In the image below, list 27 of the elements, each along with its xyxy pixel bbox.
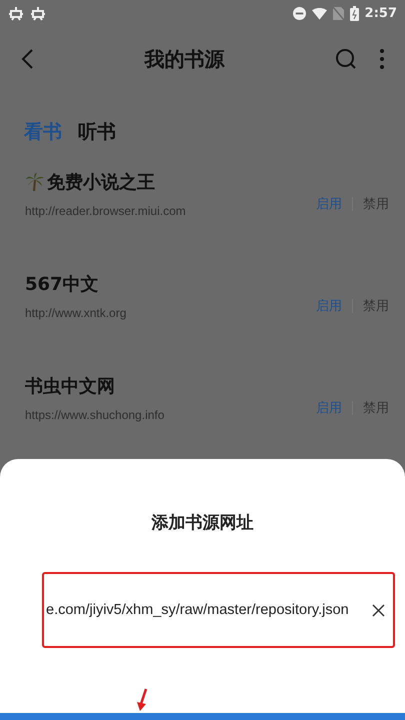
enable-button[interactable]: 启用 [316, 399, 342, 418]
source-name: 书虫中文网 [25, 375, 115, 398]
tab[interactable]: 听书 [78, 118, 116, 144]
pointer-arrow [136, 688, 148, 712]
battery-icon [350, 6, 359, 22]
source-url: http://reader.browser.miui.com [25, 204, 187, 218]
source-name: 免费小说之王 [47, 170, 155, 194]
tab[interactable]: 看书 [24, 118, 62, 144]
source-url: https://www.shuchong.info [25, 408, 166, 422]
page-title: 我的书源 [143, 46, 226, 73]
clear-icon[interactable] [372, 604, 385, 617]
back-icon[interactable] [20, 48, 34, 70]
wifi-icon [312, 8, 327, 20]
do-not-disturb-icon [292, 7, 306, 20]
enable-button[interactable]: 启用 [316, 194, 342, 213]
more-icon[interactable] [379, 48, 385, 70]
bug-icon [8, 6, 24, 22]
status-time: 2:57 [364, 6, 397, 22]
no-sim-icon [332, 7, 344, 20]
url-field[interactable]: e.com/jiyiv5/xhm_sy/raw/master/repository.json [46, 602, 372, 618]
enable-button[interactable]: 启用 [316, 296, 342, 315]
palm-tree-icon [25, 172, 45, 192]
bug-icon [30, 6, 46, 22]
dialog-title: 添加书源网址 [152, 512, 254, 534]
search-icon[interactable] [335, 48, 357, 70]
source-url: http://www.xntk.org [25, 306, 128, 320]
source-name: 567中文 [25, 272, 99, 296]
